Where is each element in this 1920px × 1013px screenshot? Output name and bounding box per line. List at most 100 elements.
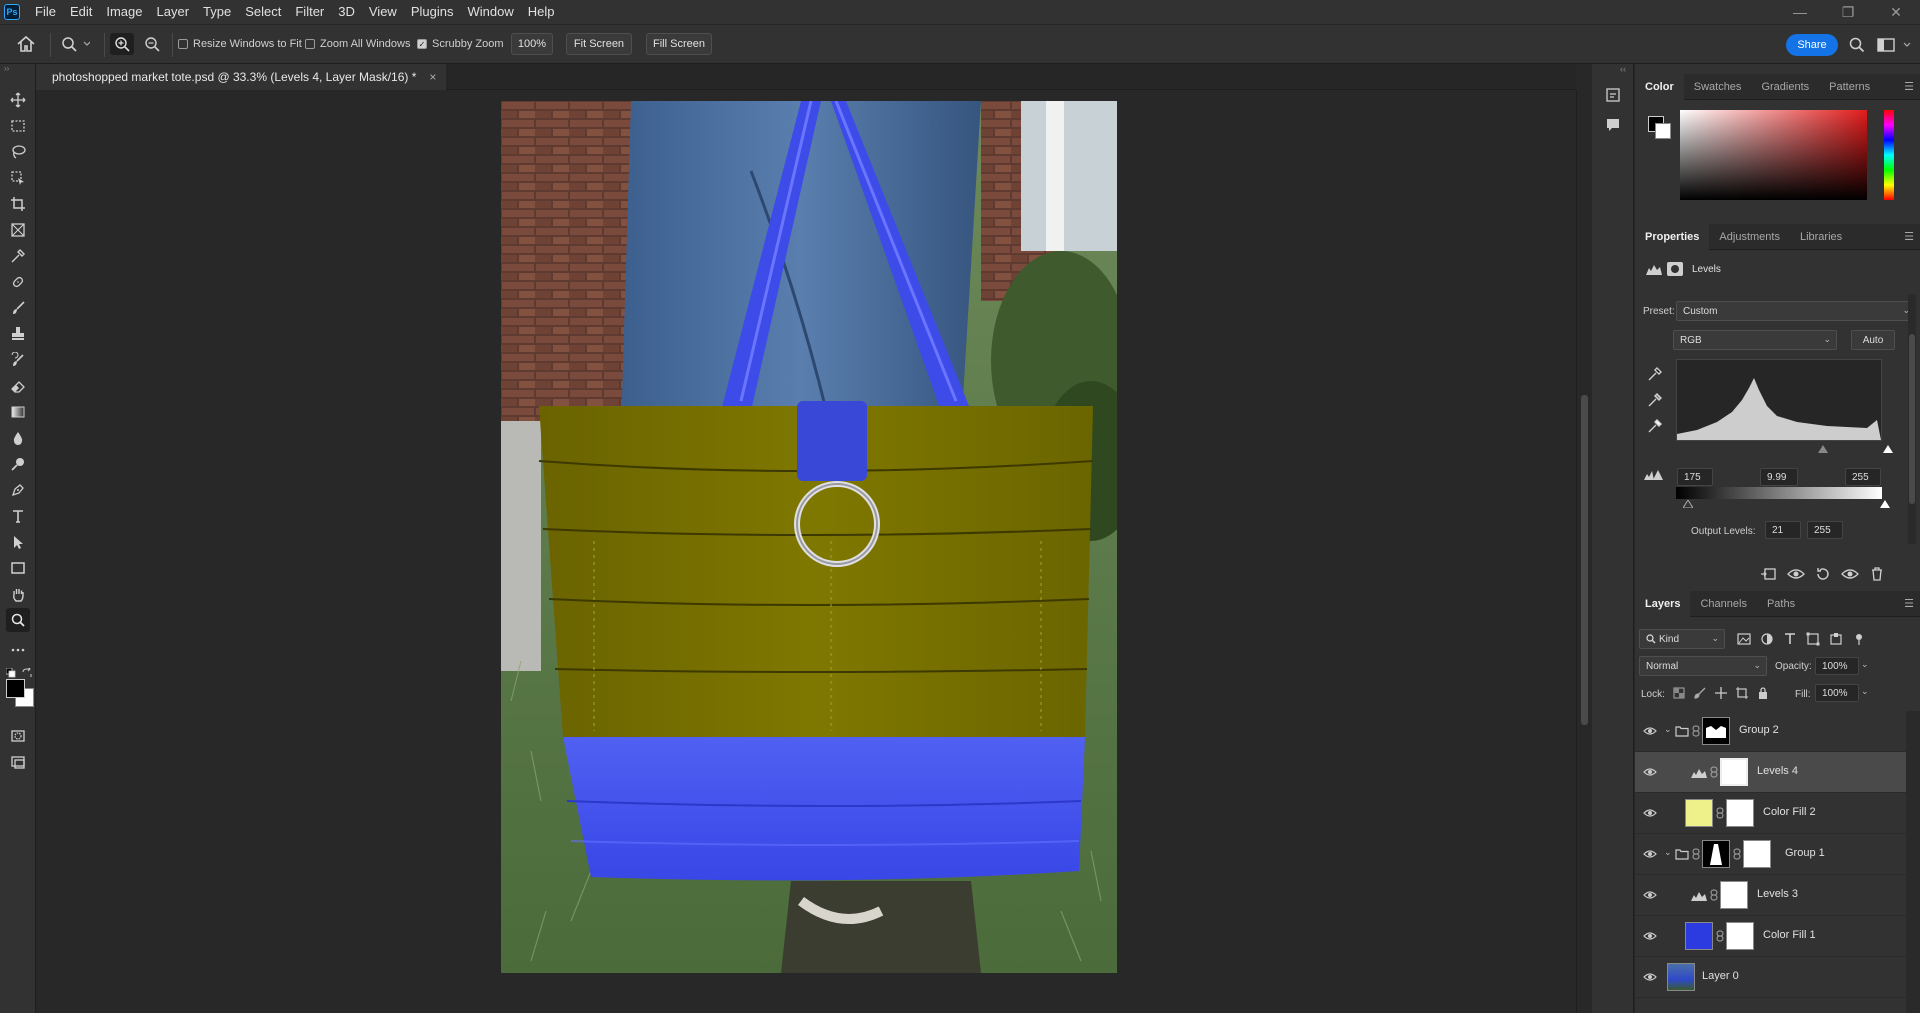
- dodge-tool-icon[interactable]: [6, 452, 30, 476]
- tab-properties[interactable]: Properties: [1635, 223, 1710, 250]
- layer-mask-icon[interactable]: [1667, 262, 1683, 276]
- output-black-field[interactable]: 21: [1765, 521, 1801, 539]
- filter-pixel-icon[interactable]: [1737, 632, 1751, 646]
- filter-toggle-icon[interactable]: [1852, 632, 1866, 646]
- document-canvas-image[interactable]: [501, 101, 1117, 973]
- filter-smart-object-icon[interactable]: [1829, 632, 1843, 646]
- input-white-field[interactable]: 255: [1845, 468, 1881, 486]
- layer-mask-thumbnail[interactable]: [1720, 881, 1748, 909]
- link-icon[interactable]: [1692, 848, 1700, 860]
- tab-gradients[interactable]: Gradients: [1751, 74, 1819, 100]
- visibility-eye-icon[interactable]: [1643, 971, 1657, 983]
- layers-menu-icon[interactable]: ☰: [1904, 597, 1914, 610]
- fill-color-thumbnail[interactable]: [1685, 922, 1713, 950]
- menu-view[interactable]: View: [362, 0, 404, 24]
- scrubby-zoom-box[interactable]: ✓: [417, 39, 427, 49]
- resize-windows-box[interactable]: [178, 39, 188, 49]
- search-icon[interactable]: [1848, 36, 1866, 54]
- input-black-field[interactable]: 175: [1677, 468, 1713, 486]
- clone-stamp-tool-icon[interactable]: [6, 322, 30, 346]
- fill-dropdown-icon[interactable]: ⌄: [1861, 686, 1869, 697]
- link-icon[interactable]: [1710, 889, 1718, 901]
- menu-file[interactable]: File: [28, 0, 63, 24]
- lock-all-icon[interactable]: [1757, 687, 1769, 699]
- move-tool-icon[interactable]: [6, 88, 30, 112]
- tab-color[interactable]: Color: [1635, 73, 1684, 100]
- type-tool-icon[interactable]: [6, 504, 30, 528]
- collapse-panels-icon[interactable]: ‹‹: [1620, 64, 1626, 74]
- layer-mask-thumbnail[interactable]: [1743, 840, 1771, 868]
- menu-edit[interactable]: Edit: [63, 0, 99, 24]
- filter-shape-icon[interactable]: [1806, 632, 1820, 646]
- set-black-point-eyedropper-icon[interactable]: [1647, 366, 1663, 382]
- opacity-dropdown-icon[interactable]: ⌄: [1861, 659, 1869, 670]
- layer-row-color-fill-2[interactable]: Color Fill 2: [1635, 793, 1906, 834]
- visibility-eye-icon[interactable]: [1643, 848, 1657, 860]
- layer-mask-thumbnail[interactable]: [1720, 758, 1748, 786]
- tab-adjustments[interactable]: Adjustments: [1709, 224, 1790, 250]
- eraser-tool-icon[interactable]: [6, 374, 30, 398]
- zoom-in-icon[interactable]: [110, 33, 134, 55]
- lock-position-icon[interactable]: [1715, 687, 1727, 699]
- zoom-tool-icon[interactable]: [6, 608, 30, 632]
- tab-layers[interactable]: Layers: [1635, 590, 1691, 617]
- view-previous-state-icon[interactable]: [1787, 567, 1805, 581]
- properties-menu-icon[interactable]: ☰: [1904, 230, 1914, 243]
- hue-slider[interactable]: [1884, 110, 1894, 200]
- comments-panel-icon[interactable]: [1604, 116, 1622, 134]
- scrollbar-thumb[interactable]: [1581, 395, 1588, 725]
- edit-toolbar-icon[interactable]: [6, 638, 30, 662]
- close-document-icon[interactable]: ×: [429, 70, 436, 84]
- eyedropper-tool-icon[interactable]: [6, 244, 30, 268]
- scrubby-zoom-checkbox[interactable]: ✓ Scrubby Zoom: [417, 38, 504, 50]
- visibility-eye-icon[interactable]: [1643, 807, 1657, 819]
- clip-to-layer-icon[interactable]: [1759, 567, 1777, 581]
- rectangle-tool-icon[interactable]: [6, 556, 30, 580]
- fit-screen-button[interactable]: Fit Screen: [566, 33, 632, 55]
- link-icon[interactable]: [1710, 766, 1718, 778]
- input-white-slider-handle[interactable]: [1883, 445, 1893, 453]
- link-icon[interactable]: [1692, 725, 1700, 737]
- layer-row-layer-0[interactable]: Layer 0: [1635, 957, 1906, 998]
- lock-transparent-pixels-icon[interactable]: [1673, 687, 1685, 699]
- calculate-histogram-warning-icon[interactable]: [1643, 469, 1663, 481]
- tab-channels[interactable]: Channels: [1690, 591, 1756, 617]
- tab-paths[interactable]: Paths: [1757, 591, 1805, 617]
- set-white-point-eyedropper-icon[interactable]: [1647, 418, 1663, 434]
- workspace-icon[interactable]: [1877, 36, 1915, 54]
- layer-row-group-2[interactable]: ⌄ Group 2: [1635, 711, 1906, 752]
- gradient-tool-icon[interactable]: [6, 400, 30, 424]
- document-tab[interactable]: photoshopped market tote.psd @ 33.3% (Le…: [36, 64, 447, 90]
- restore-button[interactable]: ❐: [1824, 0, 1872, 24]
- home-icon[interactable]: [16, 35, 36, 53]
- zoom-all-checkbox[interactable]: Zoom All Windows: [305, 38, 410, 50]
- foreground-color-swatch[interactable]: [6, 679, 25, 698]
- hand-tool-icon[interactable]: [6, 582, 30, 606]
- input-gamma-field[interactable]: 9.99: [1760, 468, 1798, 486]
- close-window-button[interactable]: ✕: [1872, 0, 1920, 24]
- group-mask-thumbnail[interactable]: [1702, 717, 1730, 745]
- resize-windows-checkbox[interactable]: Resize Windows to Fit: [178, 38, 302, 50]
- visibility-eye-icon[interactable]: [1643, 766, 1657, 778]
- lasso-tool-icon[interactable]: [6, 140, 30, 164]
- blend-mode-dropdown[interactable]: Normal ⌄: [1639, 656, 1767, 676]
- link-icon[interactable]: [1716, 930, 1724, 942]
- quick-mask-icon[interactable]: [6, 724, 30, 748]
- output-black-slider-handle[interactable]: [1683, 500, 1693, 508]
- tab-patterns[interactable]: Patterns: [1819, 74, 1880, 100]
- channel-dropdown[interactable]: RGB ⌄: [1673, 330, 1837, 350]
- menu-select[interactable]: Select: [238, 0, 288, 24]
- zoom-100-button[interactable]: 100%: [511, 33, 553, 55]
- default-colors-icon[interactable]: [6, 668, 16, 678]
- menu-3d[interactable]: 3D: [331, 0, 362, 24]
- path-selection-tool-icon[interactable]: [6, 530, 30, 554]
- filter-adjustment-icon[interactable]: [1760, 632, 1774, 646]
- toolbar-collapse-icon[interactable]: ››: [4, 64, 32, 73]
- menu-help[interactable]: Help: [521, 0, 562, 24]
- fill-color-thumbnail[interactable]: [1685, 799, 1713, 827]
- color-panel-background-swatch[interactable]: [1655, 123, 1671, 139]
- delete-adjustment-icon[interactable]: [1869, 567, 1885, 581]
- layer-filter-dropdown[interactable]: Kind ⌄: [1639, 629, 1725, 649]
- layer-thumbnail[interactable]: [1667, 963, 1695, 991]
- canvas-vertical-scrollbar[interactable]: [1576, 90, 1592, 1013]
